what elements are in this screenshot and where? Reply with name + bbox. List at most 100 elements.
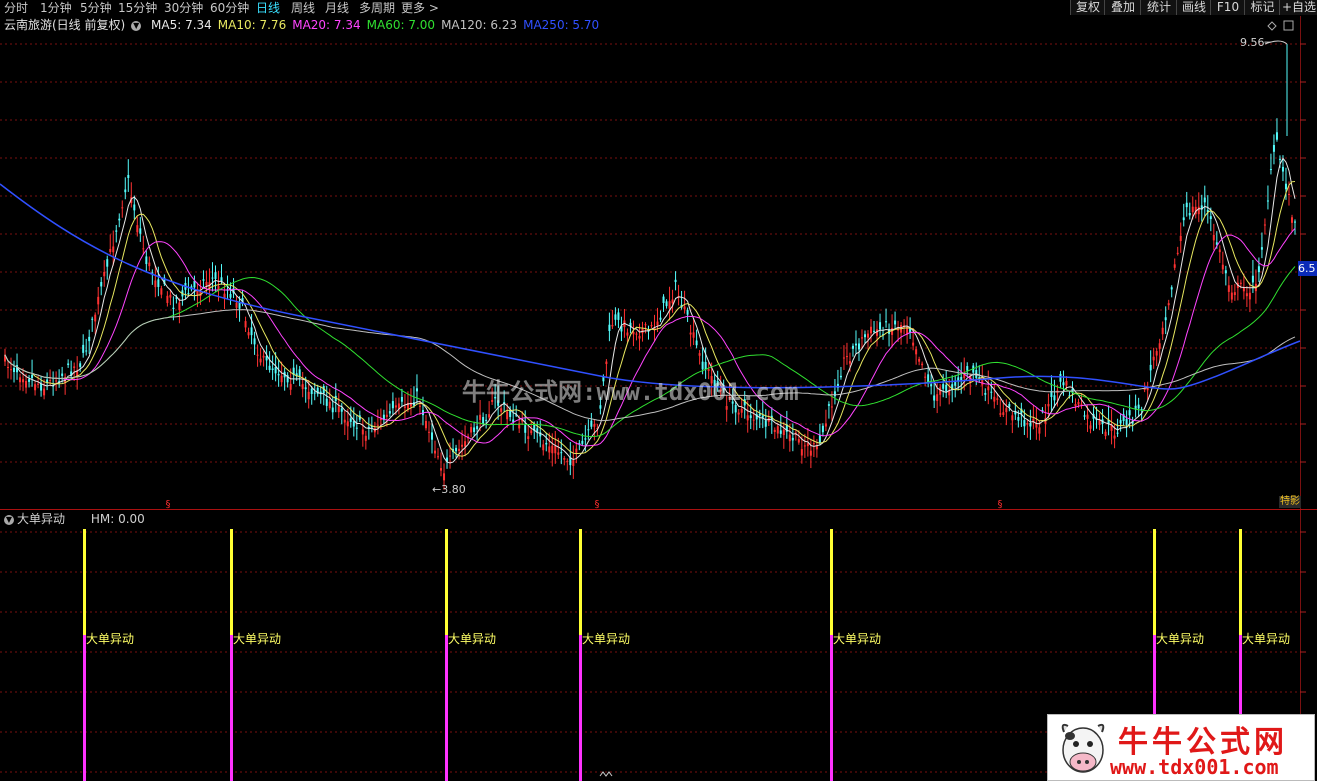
candle-body bbox=[1008, 403, 1011, 407]
candle-body bbox=[966, 366, 969, 371]
candle-body bbox=[542, 444, 545, 451]
candle-body bbox=[298, 369, 301, 377]
candle-body bbox=[851, 345, 854, 349]
signal-label: 大单异动 bbox=[448, 632, 496, 646]
ma-legend-item-5: MA250: 5.70 bbox=[523, 18, 600, 32]
candle-body bbox=[313, 392, 316, 394]
candle-body bbox=[355, 427, 358, 429]
candle-body bbox=[915, 349, 918, 355]
candle-body bbox=[827, 404, 830, 406]
candle-body bbox=[304, 387, 307, 390]
candle-body bbox=[782, 429, 785, 436]
toolbar-button-3[interactable]: 画线 bbox=[1176, 0, 1211, 15]
period-tab-9[interactable]: 多周期 bbox=[359, 0, 395, 16]
indicator-name[interactable]: 大单异动 bbox=[17, 512, 65, 526]
period-tab-3[interactable]: 15分钟 bbox=[118, 0, 157, 16]
candle-body bbox=[1047, 403, 1050, 407]
candle-body bbox=[1227, 285, 1230, 292]
period-tab-6[interactable]: 日线 bbox=[256, 0, 280, 16]
candle-body bbox=[310, 388, 313, 395]
chevron-down-icon[interactable]: ▼ bbox=[131, 20, 142, 31]
candle-body bbox=[1188, 213, 1191, 216]
signal-label: 大单异动 bbox=[1156, 632, 1204, 646]
ma-legend-item-0: MA5: 7.34 bbox=[151, 18, 212, 32]
candle-body bbox=[860, 337, 863, 339]
candle-body bbox=[1011, 415, 1014, 421]
candle-body bbox=[1086, 414, 1089, 419]
candle-body bbox=[109, 248, 112, 252]
candle-body bbox=[88, 336, 91, 342]
candle-body bbox=[1017, 417, 1020, 421]
candle-body bbox=[1083, 415, 1086, 417]
kline-main-chart[interactable]: § § § bbox=[0, 16, 1317, 510]
candle-body bbox=[1170, 287, 1173, 290]
candle-body bbox=[271, 368, 274, 370]
candle-body bbox=[930, 384, 933, 387]
candle-body bbox=[238, 302, 241, 309]
toolbar-button-1[interactable]: 叠加 bbox=[1104, 0, 1141, 15]
period-tab-10[interactable]: 更多 > bbox=[401, 0, 439, 16]
toolbar-button-0[interactable]: 复权 bbox=[1070, 0, 1105, 15]
candle-body bbox=[842, 357, 845, 359]
candle-body bbox=[340, 408, 343, 412]
candle-body bbox=[1284, 183, 1287, 190]
candle-body bbox=[921, 363, 924, 366]
candle-body bbox=[566, 460, 569, 462]
toolbar-button-2[interactable]: 统计 bbox=[1140, 0, 1177, 15]
candle-body bbox=[274, 366, 277, 374]
ma-legend-item-4: MA120: 6.23 bbox=[441, 18, 518, 32]
candle-body bbox=[349, 418, 352, 422]
candle-body bbox=[103, 271, 106, 277]
candle-body bbox=[124, 189, 127, 193]
event-marker-2: § bbox=[998, 499, 1003, 510]
toolbar-button-6[interactable]: +自选 bbox=[1279, 0, 1317, 15]
toolbar-button-5[interactable]: 标记 bbox=[1244, 0, 1280, 15]
period-tab-4[interactable]: 30分钟 bbox=[164, 0, 203, 16]
candle-body bbox=[656, 321, 659, 326]
candle-body bbox=[686, 310, 689, 315]
candle-body bbox=[638, 335, 641, 339]
candle-body bbox=[740, 408, 743, 413]
corner-tag[interactable]: 特影 bbox=[1279, 496, 1301, 508]
candle-body bbox=[1212, 234, 1215, 241]
candle-body bbox=[1128, 410, 1131, 416]
candle-body bbox=[485, 419, 488, 421]
candle-body bbox=[1287, 193, 1290, 195]
candle-body bbox=[1176, 252, 1179, 254]
period-tab-1[interactable]: 1分钟 bbox=[40, 0, 72, 16]
period-tab-2[interactable]: 5分钟 bbox=[80, 0, 112, 16]
period-tab-5[interactable]: 60分钟 bbox=[210, 0, 249, 16]
candle-body bbox=[821, 425, 824, 433]
period-tab-7[interactable]: 周线 bbox=[291, 0, 315, 16]
candle-body bbox=[7, 366, 10, 368]
stock-title[interactable]: 云南旅游(日线 前复权) bbox=[4, 18, 125, 32]
chevron-down-icon[interactable]: ▼ bbox=[4, 514, 14, 525]
candle-body bbox=[343, 419, 346, 423]
candle-body bbox=[918, 359, 921, 362]
candle-body bbox=[960, 376, 963, 381]
candle-body bbox=[674, 279, 677, 283]
candle-body bbox=[548, 446, 551, 453]
candle-body bbox=[470, 427, 473, 433]
candle-body bbox=[698, 353, 701, 356]
period-tab-8[interactable]: 月线 bbox=[325, 0, 349, 16]
candle-body bbox=[482, 417, 485, 424]
candle-body bbox=[1275, 132, 1278, 140]
candle-body bbox=[1149, 364, 1152, 371]
candle-body bbox=[803, 445, 806, 447]
event-marker-1: § bbox=[595, 499, 600, 510]
toolbar-button-4[interactable]: F10 bbox=[1210, 0, 1245, 15]
candle-body bbox=[1167, 303, 1170, 306]
candle-body bbox=[1173, 264, 1176, 268]
candle-body bbox=[635, 333, 638, 335]
candle-body bbox=[927, 374, 930, 383]
candle-body bbox=[97, 296, 100, 305]
candle-body bbox=[551, 445, 554, 454]
candle-body bbox=[214, 272, 217, 279]
candle-body bbox=[19, 377, 22, 383]
candle-body bbox=[993, 396, 996, 402]
candle-body bbox=[458, 448, 461, 451]
period-tab-0[interactable]: 分时 bbox=[4, 0, 28, 16]
candle-body bbox=[839, 375, 842, 378]
candle-body bbox=[1077, 402, 1080, 405]
